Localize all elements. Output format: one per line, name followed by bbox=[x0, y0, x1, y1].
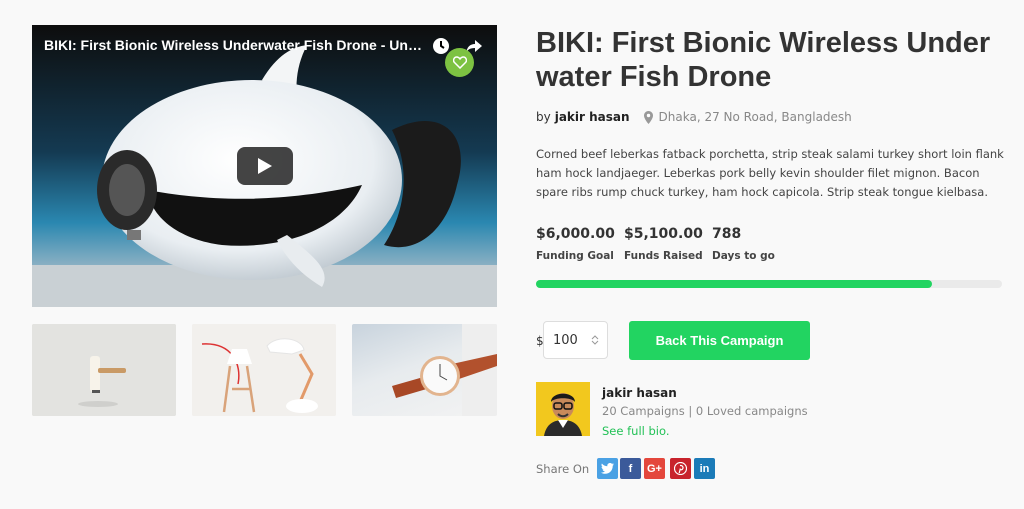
stat-value: $6,000.00 bbox=[536, 226, 615, 242]
stat-value: $5,100.00 bbox=[624, 226, 703, 242]
share-facebook-button[interactable]: f bbox=[620, 458, 641, 479]
play-button[interactable] bbox=[237, 147, 293, 185]
creator-name[interactable]: jakir hasan bbox=[602, 386, 677, 400]
share-twitter-button[interactable] bbox=[597, 458, 618, 479]
product-image bbox=[32, 324, 176, 416]
campaign-byline: by jakir hasan Dhaka, 27 No Road, Bangla… bbox=[536, 110, 852, 124]
share-label: Share On bbox=[536, 462, 590, 476]
love-button[interactable] bbox=[445, 48, 474, 77]
campaign-video[interactable]: BIKI: First Bionic Wireless Underwater F… bbox=[32, 25, 497, 307]
stat-label: Funds Raised bbox=[624, 250, 703, 262]
product-image bbox=[192, 324, 336, 416]
stat-label: Days to go bbox=[712, 250, 775, 262]
pinterest-icon bbox=[674, 462, 687, 475]
share-google-plus-button[interactable]: G+ bbox=[644, 458, 665, 479]
play-icon bbox=[258, 158, 272, 174]
stat-label: Funding Goal bbox=[536, 250, 614, 262]
facebook-icon: f bbox=[628, 462, 633, 475]
gallery-thumbnail-2[interactable] bbox=[192, 324, 336, 416]
google-plus-icon: G+ bbox=[647, 462, 662, 475]
share-pinterest-button[interactable] bbox=[670, 458, 691, 479]
funding-progress-bar bbox=[536, 280, 1002, 288]
stat-value: 788 bbox=[712, 226, 742, 242]
share-linkedin-button[interactable]: in bbox=[694, 458, 715, 479]
product-image bbox=[392, 324, 497, 416]
stat-funding-goal: $6,000.00 Funding Goal bbox=[536, 226, 615, 262]
stat-days-to-go: 788 Days to go bbox=[712, 226, 775, 262]
see-full-bio-link[interactable]: See full bio. bbox=[602, 424, 669, 438]
heart-icon bbox=[452, 56, 467, 69]
amount-stepper-icon[interactable] bbox=[591, 334, 599, 346]
campaign-description: Corned beef leberkas fatback porchetta, … bbox=[536, 147, 1004, 199]
twitter-icon bbox=[601, 463, 614, 474]
author-link[interactable]: jakir hasan bbox=[555, 110, 630, 124]
location-pin-icon bbox=[643, 110, 653, 124]
avatar-image bbox=[536, 382, 590, 436]
gallery-thumbnail-1[interactable] bbox=[32, 324, 176, 416]
back-campaign-button[interactable]: Back This Campaign bbox=[629, 321, 810, 360]
video-title[interactable]: BIKI: First Bionic Wireless Underwater F… bbox=[44, 37, 424, 53]
creator-avatar[interactable] bbox=[536, 382, 590, 436]
creator-stats: 20 Campaigns | 0 Loved campaigns bbox=[602, 404, 808, 418]
by-label: by bbox=[536, 110, 551, 124]
funding-progress-fill bbox=[536, 280, 933, 288]
campaign-location: Dhaka, 27 No Road, Bangladesh bbox=[658, 110, 852, 124]
linkedin-icon: in bbox=[699, 462, 710, 475]
stat-funds-raised: $5,100.00 Funds Raised bbox=[624, 226, 703, 262]
gallery-thumbnail-3[interactable] bbox=[352, 324, 497, 416]
campaign-title: BIKI: First Bionic Wireless Under water … bbox=[536, 27, 991, 93]
